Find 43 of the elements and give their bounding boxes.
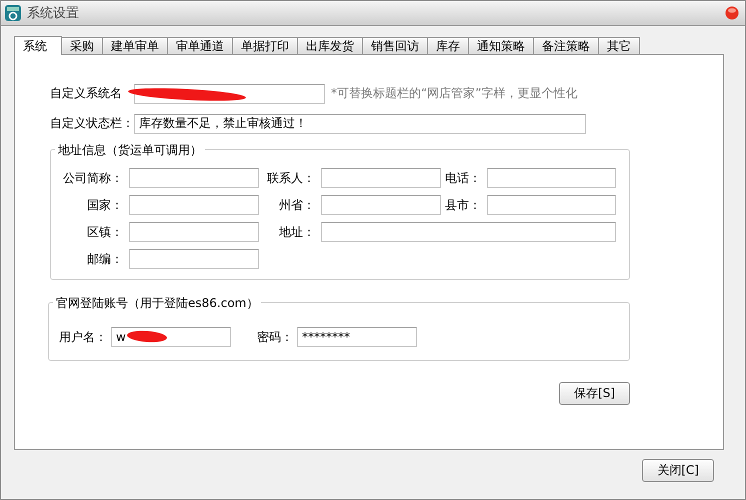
close-icon[interactable] — [725, 6, 739, 20]
tab[interactable]: 审单通道 — [167, 37, 233, 54]
group-title: 地址信息（货运单可调用） — [55, 142, 205, 159]
tab[interactable]: 单据打印 — [232, 37, 298, 54]
window-title: 系统设置 — [27, 5, 80, 22]
input-field[interactable] — [487, 195, 616, 215]
field-label: 州省： — [278, 196, 316, 214]
hint-text: *可替换标题栏的“网店管家”字样，更显个性化 — [331, 85, 578, 102]
input-field[interactable]: 库存数量不足，禁止审核通过！ — [134, 114, 586, 134]
group-title: 官网登陆账号（用于登陆es86.com） — [53, 295, 262, 312]
tab[interactable]: 出库发货 — [297, 37, 363, 54]
tab[interactable]: 系统 — [14, 36, 62, 55]
tab[interactable]: 采购 — [61, 37, 103, 54]
input-field[interactable] — [321, 222, 616, 242]
field-label: 公司简称： — [62, 170, 124, 186]
field-label: 电话： — [444, 170, 482, 186]
input-field[interactable] — [129, 249, 259, 269]
save-button[interactable]: 保存[S] — [559, 382, 630, 405]
field-label: 国家： — [86, 196, 124, 214]
tab[interactable]: 备注策略 — [533, 37, 599, 54]
field-label: 地址： — [278, 224, 316, 240]
tab[interactable]: 其它 — [598, 37, 640, 54]
field-label: 自定义系统名 — [50, 85, 123, 102]
input-field[interactable] — [129, 195, 259, 215]
tab[interactable]: 库存 — [427, 37, 469, 54]
input-field[interactable] — [321, 195, 441, 215]
field-label: 邮编： — [86, 250, 124, 268]
close-button[interactable]: 关闭[C] — [642, 459, 714, 482]
input-field[interactable] — [321, 168, 441, 188]
field-label: 联系人： — [266, 170, 316, 186]
input-field[interactable]: ******** — [297, 327, 417, 347]
field-label: 自定义状态栏： — [50, 115, 134, 132]
tab[interactable]: 通知策略 — [468, 37, 534, 54]
field-label: 区镇： — [86, 224, 124, 240]
input-field[interactable] — [129, 168, 259, 188]
tab[interactable]: 建单审单 — [102, 37, 168, 54]
tab[interactable]: 销售回访 — [362, 37, 428, 54]
field-label: 用户名： — [59, 328, 107, 346]
input-field[interactable] — [487, 168, 616, 188]
field-label: 密码： — [257, 328, 293, 346]
input-field[interactable] — [129, 222, 259, 242]
app-icon — [5, 5, 21, 21]
field-label: 县市： — [444, 196, 482, 214]
